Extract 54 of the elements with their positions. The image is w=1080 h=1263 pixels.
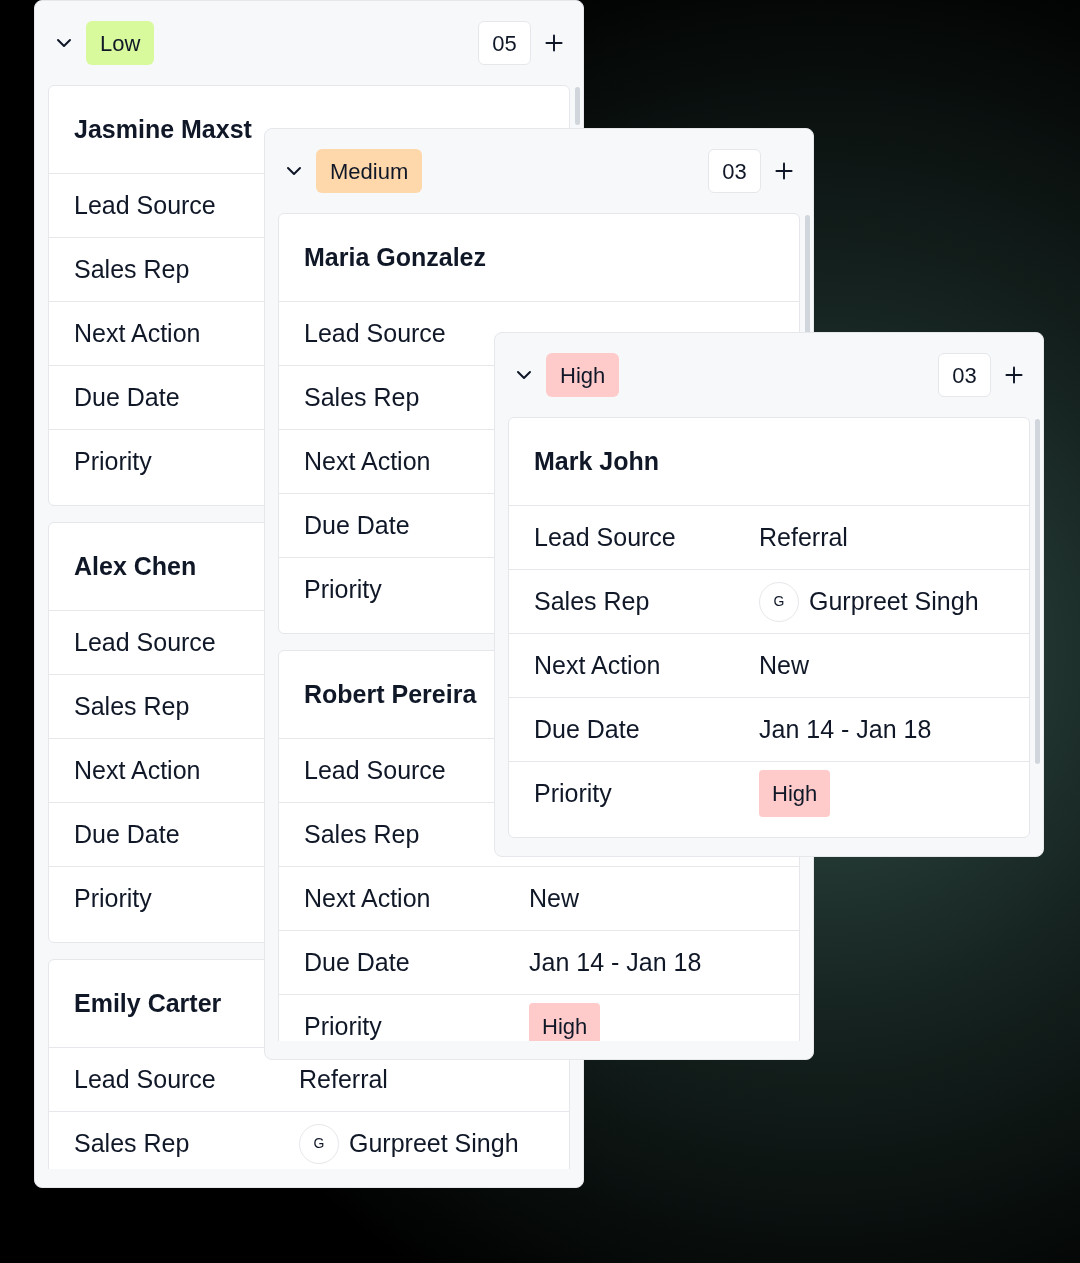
avatar: G: [299, 1123, 339, 1164]
field-label: Next Action: [304, 445, 432, 477]
field-label: Due Date: [74, 818, 181, 850]
field-label: Lead Source: [304, 317, 447, 349]
avatar: G: [759, 581, 799, 622]
card-count: 03: [938, 353, 991, 397]
field-label: Lead Source: [534, 521, 677, 553]
lead-name: Robert Pereira: [304, 678, 477, 710]
lead-name: Emily Carter: [74, 987, 222, 1019]
field-label: Lead Source: [74, 189, 217, 221]
lead-name: Mark John: [534, 445, 660, 477]
field-label: Lead Source: [74, 626, 217, 658]
field-label: Sales Rep: [74, 690, 191, 722]
field-value: Jan 14 - Jan 18: [529, 946, 702, 978]
field-value: Referral: [759, 521, 848, 553]
field-label: Priority: [534, 777, 613, 809]
field-value: Jan 14 - Jan 18: [759, 713, 932, 745]
priority-tag: Low: [86, 21, 155, 65]
field-label: Lead Source: [304, 754, 447, 786]
scrollbar[interactable]: [1035, 419, 1040, 764]
field-label: Next Action: [74, 317, 202, 349]
field-value: New: [759, 649, 809, 681]
field-value: Referral: [299, 1063, 388, 1095]
field-label: Sales Rep: [304, 381, 421, 413]
card-count: 05: [478, 21, 531, 65]
field-value: New: [529, 882, 579, 914]
field-label: Due Date: [304, 946, 411, 978]
field-label: Sales Rep: [534, 585, 651, 617]
lead-name: Maria Gonzalez: [304, 241, 486, 273]
lead-name: Jasmine Maxst: [74, 113, 252, 145]
field-label: Next Action: [534, 649, 662, 681]
field-label: Priority: [304, 1010, 383, 1041]
sales-rep-name: Gurpreet Singh: [349, 1127, 519, 1159]
field-label: Sales Rep: [304, 818, 421, 850]
field-label: Next Action: [74, 754, 202, 786]
priority-tag: High: [529, 1003, 601, 1041]
field-label: Priority: [74, 882, 153, 914]
field-label: Priority: [74, 445, 153, 477]
field-label: Due Date: [74, 381, 181, 413]
field-label: Priority: [304, 573, 383, 605]
sales-rep-name: Gurpreet Singh: [809, 585, 979, 617]
field-label: Next Action: [304, 882, 432, 914]
priority-tag: Medium: [316, 149, 423, 193]
lead-name: Alex Chen: [74, 550, 197, 582]
field-label: Sales Rep: [74, 1127, 191, 1159]
scrollbar[interactable]: [575, 87, 580, 125]
field-label: Due Date: [304, 509, 411, 541]
scrollbar[interactable]: [805, 215, 810, 335]
field-label: Sales Rep: [74, 253, 191, 285]
card-count: 03: [708, 149, 761, 193]
field-label: Due Date: [534, 713, 641, 745]
priority-tag: High: [546, 353, 620, 397]
priority-tag: High: [759, 770, 831, 817]
field-label: Lead Source: [74, 1063, 217, 1095]
